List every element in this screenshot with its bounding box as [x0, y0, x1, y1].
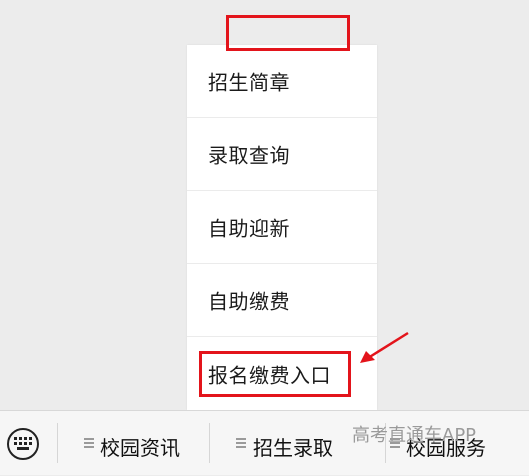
- menu-item-label: 自助迎新: [208, 216, 290, 241]
- tab-label: 招生录取: [253, 436, 333, 460]
- menu-lines-icon: [84, 438, 94, 448]
- tab-campus-news[interactable]: 校园资讯: [58, 411, 209, 476]
- tab-highlight-box: [226, 15, 350, 51]
- menu-item-admission-query[interactable]: 录取查询: [187, 118, 377, 191]
- menu-item-self-payment[interactable]: 自助缴费: [187, 264, 377, 337]
- menu-item-label: 自助缴费: [208, 289, 290, 314]
- pointer-arrow-icon: [360, 331, 409, 363]
- menu-item-admission-brochure[interactable]: 招生简章: [187, 45, 377, 118]
- menu-item-label: 招生简章: [208, 70, 290, 95]
- menu-lines-icon: [236, 438, 246, 448]
- keyboard-icon[interactable]: [7, 428, 39, 460]
- watermark: 高考直通车APP: [352, 425, 477, 446]
- tab-label: 校园资讯: [100, 436, 180, 460]
- menu-item-label: 录取查询: [208, 143, 290, 168]
- menu-highlight-box: [199, 351, 351, 397]
- menu-item-self-enrollment[interactable]: 自助迎新: [187, 191, 377, 264]
